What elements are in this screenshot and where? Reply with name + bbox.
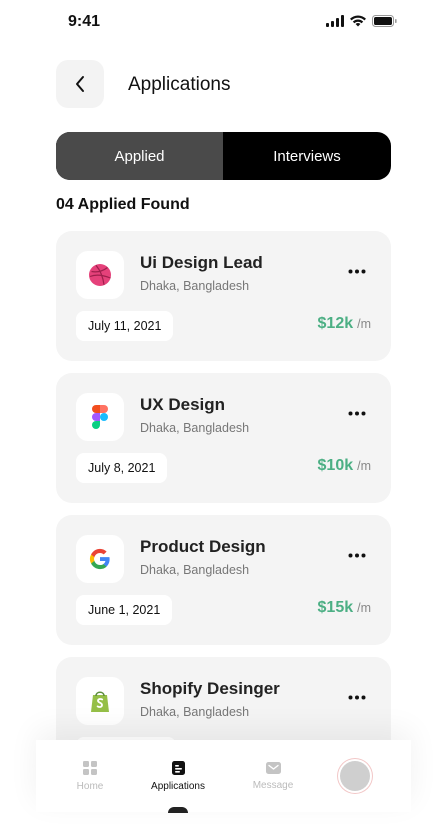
company-logo [76,535,124,583]
page-title: Applications [128,74,231,95]
mail-icon [265,761,281,774]
nav-applications-label: Applications [151,780,205,792]
salary-period: /m [357,601,371,615]
tab-applied[interactable]: Applied [56,132,223,180]
job-card[interactable]: Product Design Dhaka, Bangladesh June 1,… [56,515,391,645]
document-icon [171,760,185,775]
tab-interviews[interactable]: Interviews [223,132,391,180]
home-indicator [168,807,188,813]
status-time: 9:41 [68,13,101,30]
more-options-button[interactable] [347,545,367,565]
job-card[interactable]: Ui Design Lead Dhaka, Bangladesh July 11… [56,231,391,361]
nav-applications[interactable]: Applications [133,740,223,812]
battery-icon [372,15,397,27]
nav-home-label: Home [76,780,104,792]
bottom-nav: Home Applications Message [36,740,411,812]
salary-period: /m [357,317,371,331]
salary-amount: $15k [317,599,354,616]
more-options-button[interactable] [347,261,367,281]
signal-icon [326,15,344,27]
salary-amount: $10k [317,457,354,474]
job-location: Dhaka, Bangladesh [140,279,250,293]
more-horizontal-icon [348,695,366,699]
applied-date: July 8, 2021 [76,453,168,483]
status-bar: 9:41 [0,0,447,44]
salary: $10k /m [318,457,371,475]
job-location: Dhaka, Bangladesh [140,705,250,719]
nav-message[interactable]: Message [228,740,318,812]
nav-message-label: Message [252,779,294,791]
applied-date: July 11, 2021 [76,311,174,341]
figma-icon [92,405,108,429]
chevron-left-icon [76,76,84,92]
profile-avatar[interactable] [340,761,370,791]
job-location: Dhaka, Bangladesh [140,563,250,577]
company-logo [76,677,124,725]
company-logo [76,251,124,299]
salary: $12k /m [318,315,371,333]
job-location: Dhaka, Bangladesh [140,421,250,435]
applied-date: June 1, 2021 [76,595,173,625]
job-title: Ui Design Lead [140,253,263,272]
job-title: Shopify Desinger [140,679,280,698]
tab-bar: Applied Interviews [56,132,391,180]
salary: $15k /m [318,599,371,617]
results-count: 04 Applied Found [56,196,190,213]
dribbble-icon [89,264,111,286]
company-logo [76,393,124,441]
job-title: UX Design [140,395,226,414]
job-card[interactable]: UX Design Dhaka, Bangladesh July 8, 2021… [56,373,391,503]
nav-home[interactable]: Home [45,740,135,812]
more-horizontal-icon [348,411,366,415]
job-title: Product Design [140,537,266,556]
shopify-icon [91,691,109,712]
more-options-button[interactable] [347,687,367,707]
grid-icon [83,760,97,775]
back-button[interactable] [56,60,104,108]
salary-amount: $12k [317,315,354,332]
status-icons [326,15,397,27]
more-horizontal-icon [348,269,366,273]
wifi-icon [350,15,366,27]
google-icon [89,548,110,570]
salary-period: /m [357,459,371,473]
more-horizontal-icon [348,553,366,557]
more-options-button[interactable] [347,403,367,423]
